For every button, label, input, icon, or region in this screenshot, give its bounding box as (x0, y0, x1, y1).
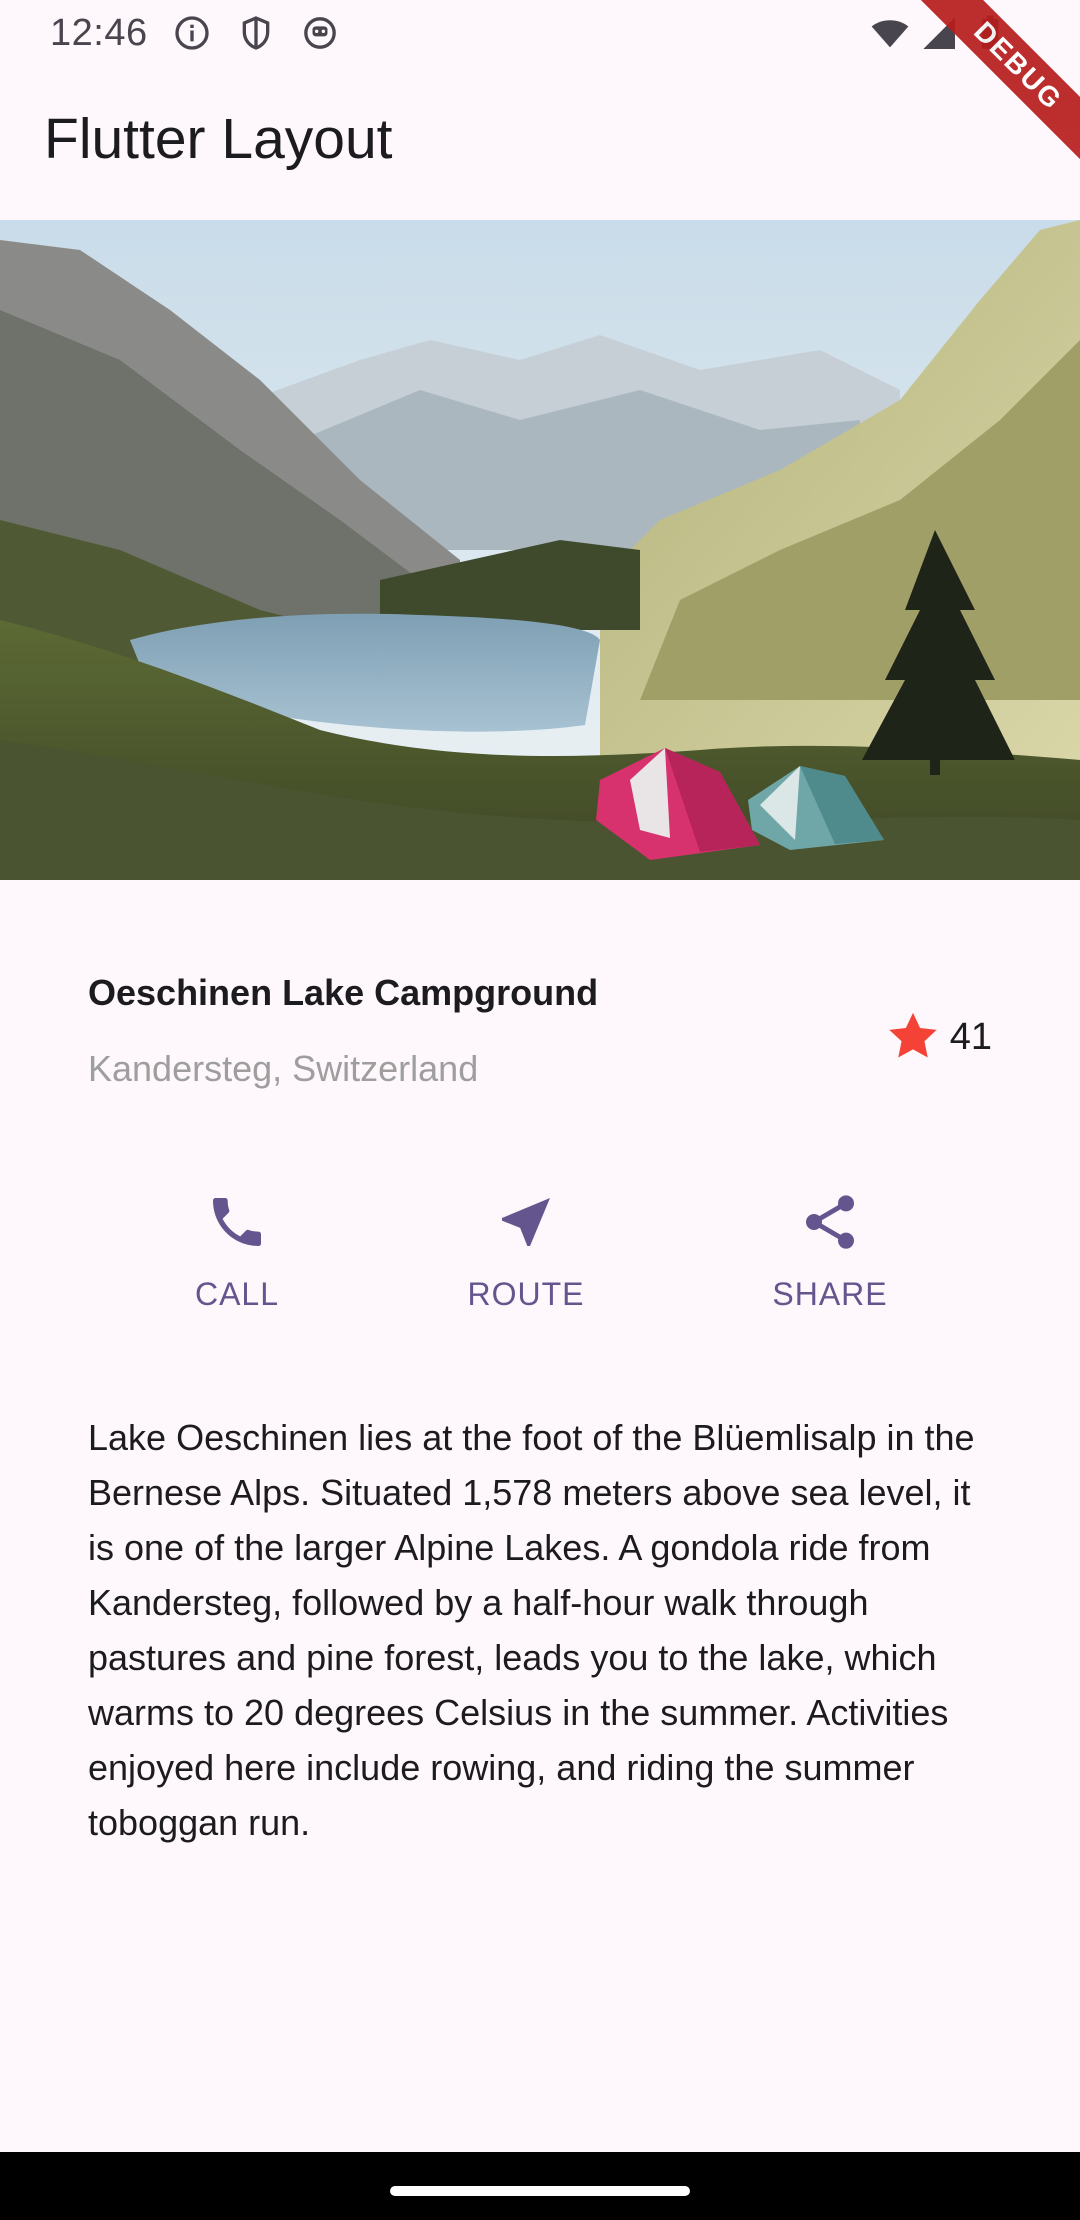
home-gesture-handle[interactable] (390, 2186, 690, 2196)
status-time: 12:46 (50, 12, 148, 54)
place-name: Oeschinen Lake Campground (88, 972, 599, 1013)
share-button[interactable]: SHARE (730, 1180, 930, 1313)
robot-icon (304, 17, 336, 49)
call-button[interactable]: CALL (137, 1180, 337, 1313)
app-bar: Flutter Layout (0, 68, 1080, 220)
rating[interactable]: 41 (884, 1008, 992, 1066)
system-nav-bar (0, 2152, 1080, 2220)
app-title: Flutter Layout (44, 107, 393, 171)
hero-image (0, 220, 1080, 880)
wifi-icon (871, 20, 909, 48)
share-label: SHARE (772, 1276, 888, 1312)
button-section: CALL ROUTE SHARE (0, 1180, 1080, 1340)
rating-count: 41 (949, 1015, 992, 1058)
route-button[interactable]: ROUTE (426, 1180, 626, 1313)
status-icons-left (172, 13, 340, 53)
star-icon (889, 1012, 937, 1058)
title-section: Oeschinen Lake Campground Kandersteg, Sw… (88, 960, 992, 1110)
info-icon (175, 16, 209, 50)
status-bar: 12:46 (0, 0, 1080, 68)
phone-icon (213, 1198, 261, 1246)
lake-campground-photo (0, 220, 1080, 880)
description-text: Lake Oeschinen lies at the foot of the B… (88, 1417, 975, 1843)
route-label: ROUTE (467, 1276, 585, 1312)
place-location: Kandersteg, Switzerland (88, 1048, 479, 1089)
share-icon (806, 1195, 854, 1249)
shield-icon (242, 16, 270, 50)
screen: 12:46 DEBUG Flutter Layout Oeschinen Lak… (0, 0, 1080, 2220)
call-label: CALL (194, 1276, 280, 1312)
navigation-icon (502, 1198, 550, 1246)
